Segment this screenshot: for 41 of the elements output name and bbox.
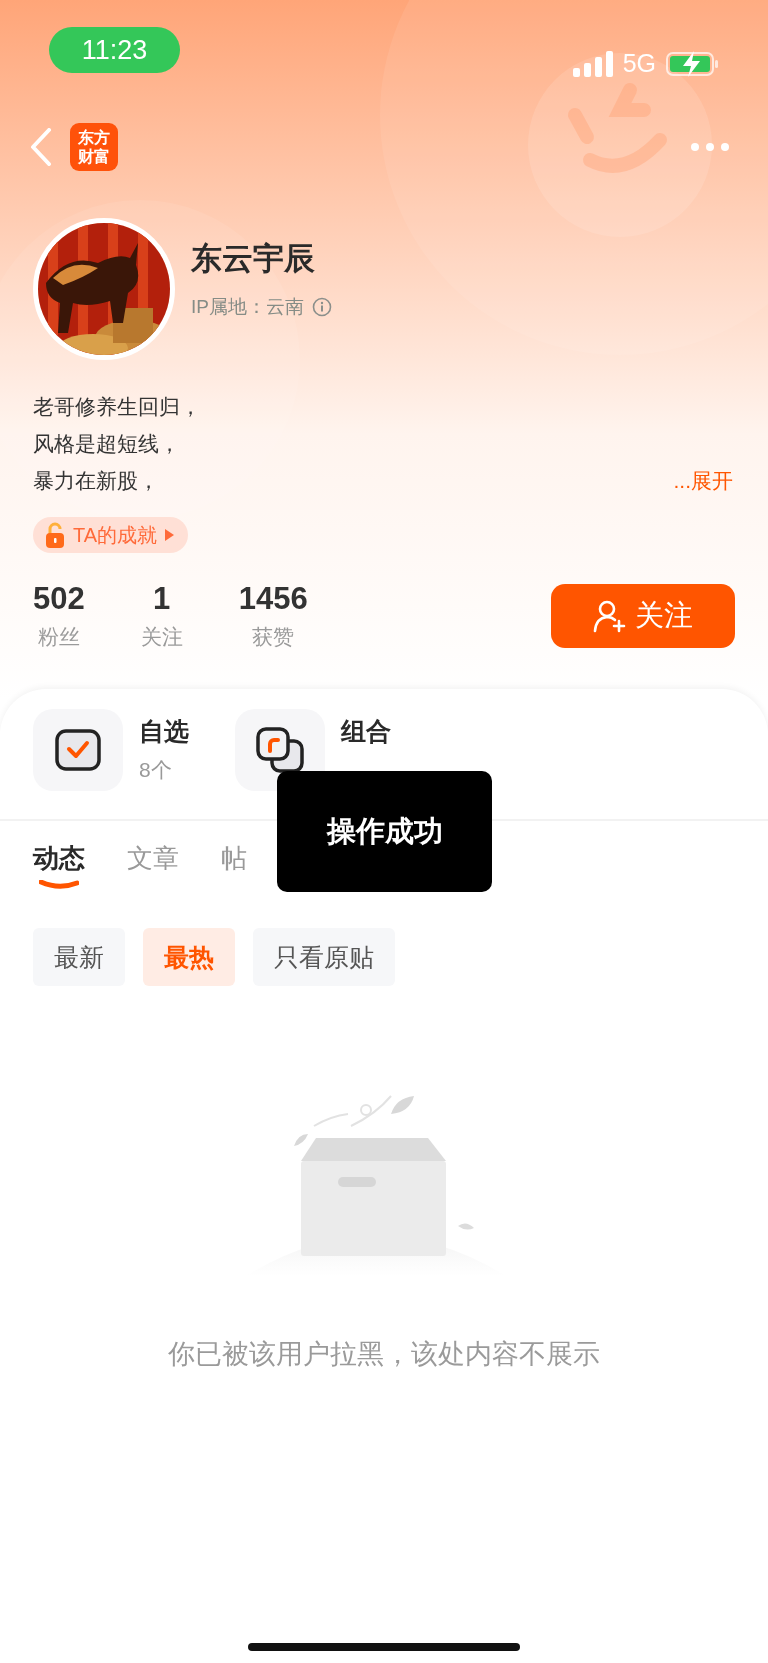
bio-text: 老哥修养生回归，: [33, 393, 201, 420]
add-user-icon: [593, 599, 627, 633]
logo-text: 东方: [78, 128, 110, 147]
empty-message: 你已被该用户拉黑，该处内容不展示: [168, 1338, 600, 1371]
checkbox-icon: [55, 729, 101, 771]
tab[interactable]: 文章: [127, 841, 179, 915]
bio-text: 风格是超短线，: [33, 430, 180, 457]
toast-message: 操作成功: [277, 771, 492, 892]
shortcut-count: 8个: [139, 757, 173, 783]
stat-value: 1456: [238, 581, 308, 617]
tab-underline: [39, 880, 79, 890]
more-icon[interactable]: [690, 142, 730, 152]
bio-text: 暴力在新股，: [33, 467, 159, 494]
shortcut-title: 自选: [139, 716, 189, 747]
info-icon[interactable]: [311, 297, 332, 317]
stat-label: 关注: [140, 624, 183, 650]
shortcut-title: 组合: [341, 716, 391, 747]
network-type: 5G: [622, 49, 656, 78]
signal-icon: [572, 50, 613, 77]
stat-value: 502: [33, 581, 85, 617]
filter-chip[interactable]: 最新: [33, 928, 125, 986]
filter-chip[interactable]: 只看原贴: [253, 928, 395, 986]
stat-value: 1: [153, 581, 171, 617]
filter-chip[interactable]: 最热: [143, 928, 235, 986]
follow-button[interactable]: 关注: [551, 584, 735, 648]
ip-location: IP属地：云南: [191, 295, 304, 319]
battery-charging-icon: [666, 49, 720, 78]
tab[interactable]: 动态: [33, 841, 85, 915]
tab[interactable]: 帖: [221, 841, 247, 915]
stat-label: 获赞: [252, 624, 295, 650]
achievement-button[interactable]: TA的成就: [33, 517, 189, 553]
caret-icon: [165, 529, 175, 541]
back-icon[interactable]: [30, 128, 52, 166]
user-name: 东云宇辰: [191, 240, 316, 278]
shortcut-tile[interactable]: [33, 709, 123, 791]
expand-link[interactable]: ...展开: [673, 466, 733, 495]
logo-text: 财富: [78, 147, 110, 166]
lock-icon: [45, 522, 65, 548]
status-time: 11:23: [49, 27, 180, 73]
stacked-squares-icon: [256, 727, 304, 773]
stat-label: 粉丝: [37, 624, 80, 650]
